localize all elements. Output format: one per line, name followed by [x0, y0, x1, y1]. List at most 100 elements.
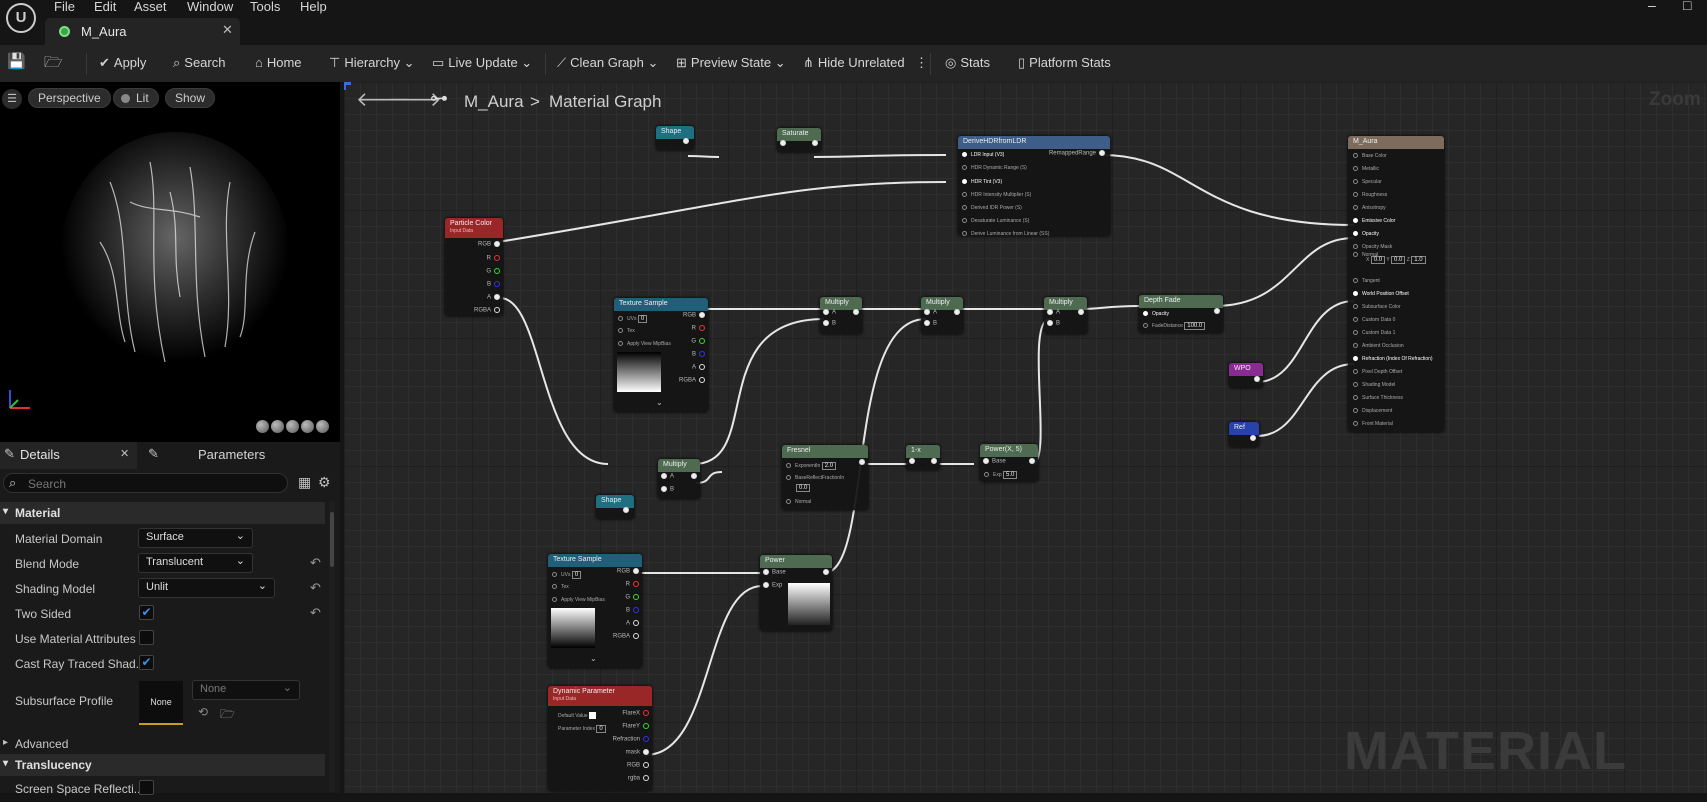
normal-default-values[interactable]: X 0.0 Y 0.0 Z 1.0 — [1366, 256, 1426, 264]
menu-edit[interactable]: Edit — [94, 0, 116, 14]
result-input-pin[interactable]: Emissive Color — [1353, 218, 1395, 224]
node-depth-fade[interactable]: Depth Fade Opacity FadeDistance 100.0 — [1139, 295, 1223, 333]
input-pin[interactable]: Tex — [552, 584, 569, 590]
output-pin[interactable]: FlareY — [622, 723, 652, 730]
output-pin[interactable] — [1075, 309, 1087, 316]
output-pin-rgb[interactable]: RGB — [478, 241, 503, 248]
maximize-button[interactable]: □ — [1683, 0, 1691, 13]
input-pin[interactable]: Derive Luminance from Linear (SS) — [962, 231, 1049, 237]
output-pin[interactable]: R — [626, 581, 642, 588]
node-ref[interactable]: Ref — [1229, 422, 1259, 447]
lit-button[interactable]: Lit — [113, 88, 159, 108]
chevron-down-icon[interactable]: ⌄ — [590, 654, 597, 663]
result-input-pin[interactable]: Base Color — [1353, 153, 1387, 159]
clean-graph-button[interactable]: ⟋ Clean Graph ⌄ — [557, 55, 658, 71]
reset-to-default-icon[interactable]: ↶ — [310, 605, 321, 621]
result-input-pin[interactable]: Custom Data 1 — [1353, 330, 1395, 336]
output-pin[interactable]: B — [626, 607, 642, 614]
node-texture-sample[interactable]: Texture Sample UVs 0 Tex Apply View MipB… — [614, 298, 708, 412]
input-pin-a[interactable]: A — [658, 473, 674, 480]
output-pin-r[interactable]: R — [487, 255, 503, 262]
reset-to-default-icon[interactable]: ↶ — [310, 580, 321, 596]
output-pin[interactable] — [951, 309, 963, 316]
live-update-button[interactable]: ▭ Live Update ⌄ — [432, 55, 532, 71]
output-pin[interactable]: RGB — [627, 762, 652, 769]
result-input-pin[interactable]: Surface Thickness — [1353, 395, 1403, 401]
node-particle-color[interactable]: Particle Color Input Data RGB R G B A RGB… — [445, 218, 503, 316]
output-pin[interactable] — [620, 507, 632, 514]
output-pin[interactable]: A — [692, 364, 708, 371]
sphere-icon[interactable] — [271, 420, 284, 433]
minimize-button[interactable]: – — [1648, 0, 1656, 13]
output-pin[interactable] — [809, 140, 821, 147]
output-pin[interactable]: RGB — [617, 568, 642, 575]
output-pin[interactable]: RGB — [683, 312, 708, 319]
cube-icon[interactable] — [301, 420, 314, 433]
output-pin[interactable]: RGBA — [613, 633, 642, 640]
node-dynamic-parameter[interactable]: Dynamic Parameter Input Data Default Valu… — [548, 686, 652, 791]
input-pin-b[interactable]: B — [921, 320, 937, 327]
output-pin[interactable] — [1251, 376, 1263, 383]
category-material[interactable]: ▾ Material — [0, 502, 325, 524]
input-pin-a[interactable]: A — [1044, 309, 1060, 316]
result-input-pin[interactable]: Metallic — [1353, 166, 1379, 172]
node-derive-hdr-from-ldr[interactable]: DeriveHDRfromLDR LDR Input (V3) HDR Dyna… — [958, 136, 1110, 237]
output-pin[interactable] — [688, 473, 700, 480]
search-button[interactable]: ⌕ Search — [173, 55, 225, 71]
input-pin-b[interactable]: B — [820, 320, 836, 327]
result-input-pin[interactable]: Anisotropy — [1353, 205, 1386, 211]
output-pin[interactable]: RemappedRange — [1049, 150, 1108, 157]
home-button[interactable]: ⌂ Home — [255, 55, 302, 70]
result-input-pin[interactable]: Ambient Occlusion — [1353, 343, 1404, 349]
output-pin[interactable]: Refraction — [613, 736, 652, 743]
preview-state-button[interactable]: ⊞ Preview State ⌄ — [676, 55, 786, 71]
input-pin-exp[interactable]: Exp 5.0 — [984, 471, 1018, 479]
node-material-result[interactable]: M_Aura Base Color Metallic Specular Roughne… — [1348, 136, 1444, 432]
document-tab[interactable]: M_Aura ✕ — [45, 18, 240, 45]
input-pin-b[interactable]: B — [1044, 320, 1060, 327]
use-material-attributes-checkbox[interactable] — [139, 630, 154, 645]
result-input-pin[interactable]: Custom Data 0 — [1353, 317, 1395, 323]
result-input-pin[interactable]: Pixel Depth Offset — [1353, 369, 1402, 375]
use-selected-icon[interactable]: ⟲ — [198, 705, 208, 719]
shading-model-dropdown[interactable]: Unlit ⌄ — [138, 578, 275, 598]
input-pin[interactable]: UVs 0 — [618, 315, 648, 323]
two-sided-checkbox[interactable]: ✔ — [139, 605, 154, 620]
output-pin[interactable]: G — [691, 338, 708, 345]
output-pin[interactable] — [1026, 458, 1038, 465]
menu-asset[interactable]: Asset — [134, 0, 167, 14]
input-pin-base[interactable]: Base — [760, 569, 786, 576]
input-pin[interactable]: Desaturate Luminance (S) — [962, 218, 1029, 224]
output-pin[interactable]: FlareX — [622, 710, 652, 717]
result-input-pin[interactable]: World Position Offset — [1353, 291, 1409, 297]
result-input-pin[interactable]: Front Material — [1353, 421, 1393, 427]
output-pin[interactable] — [1247, 435, 1259, 442]
output-pin[interactable]: G — [625, 594, 642, 601]
node-wpo[interactable]: WPO — [1229, 363, 1263, 388]
tab-close-icon[interactable]: ✕ — [222, 22, 233, 38]
preview-shape-buttons[interactable] — [254, 420, 329, 436]
result-input-pin[interactable]: Tangent — [1353, 278, 1380, 284]
stats-button[interactable]: ◎ Stats — [945, 55, 990, 71]
result-input-pin[interactable]: Refraction (Index Of Refraction) — [1353, 356, 1433, 362]
subsurface-thumbnail[interactable]: None — [139, 681, 183, 725]
browse-asset-icon[interactable]: 🗁 — [220, 705, 235, 726]
output-pin[interactable]: mask — [626, 749, 652, 756]
input-pin[interactable]: Opacity — [1143, 311, 1169, 317]
output-pin[interactable] — [1211, 308, 1223, 315]
default-value-field[interactable]: Default Value — [558, 712, 597, 719]
input-pin-a[interactable]: A — [921, 309, 937, 316]
category-advanced[interactable]: ▸ Advanced — [0, 732, 325, 754]
result-input-pin[interactable]: Roughness — [1353, 192, 1387, 198]
browse-icon[interactable]: 🗁 — [44, 52, 63, 77]
menu-help[interactable]: Help — [300, 0, 327, 14]
parameter-index-field[interactable]: Parameter Index 0 — [558, 725, 606, 733]
input-pin[interactable]: FadeDistance 100.0 — [1143, 322, 1206, 330]
output-pin-a[interactable]: A — [487, 294, 503, 301]
input-pin[interactable] — [777, 140, 789, 147]
cylinder-icon[interactable] — [256, 420, 269, 433]
output-pin[interactable]: A — [626, 620, 642, 627]
input-pin-b[interactable]: B — [658, 486, 674, 493]
node-multiply[interactable]: Multiply A B — [921, 297, 963, 334]
show-button[interactable]: Show — [165, 88, 216, 108]
